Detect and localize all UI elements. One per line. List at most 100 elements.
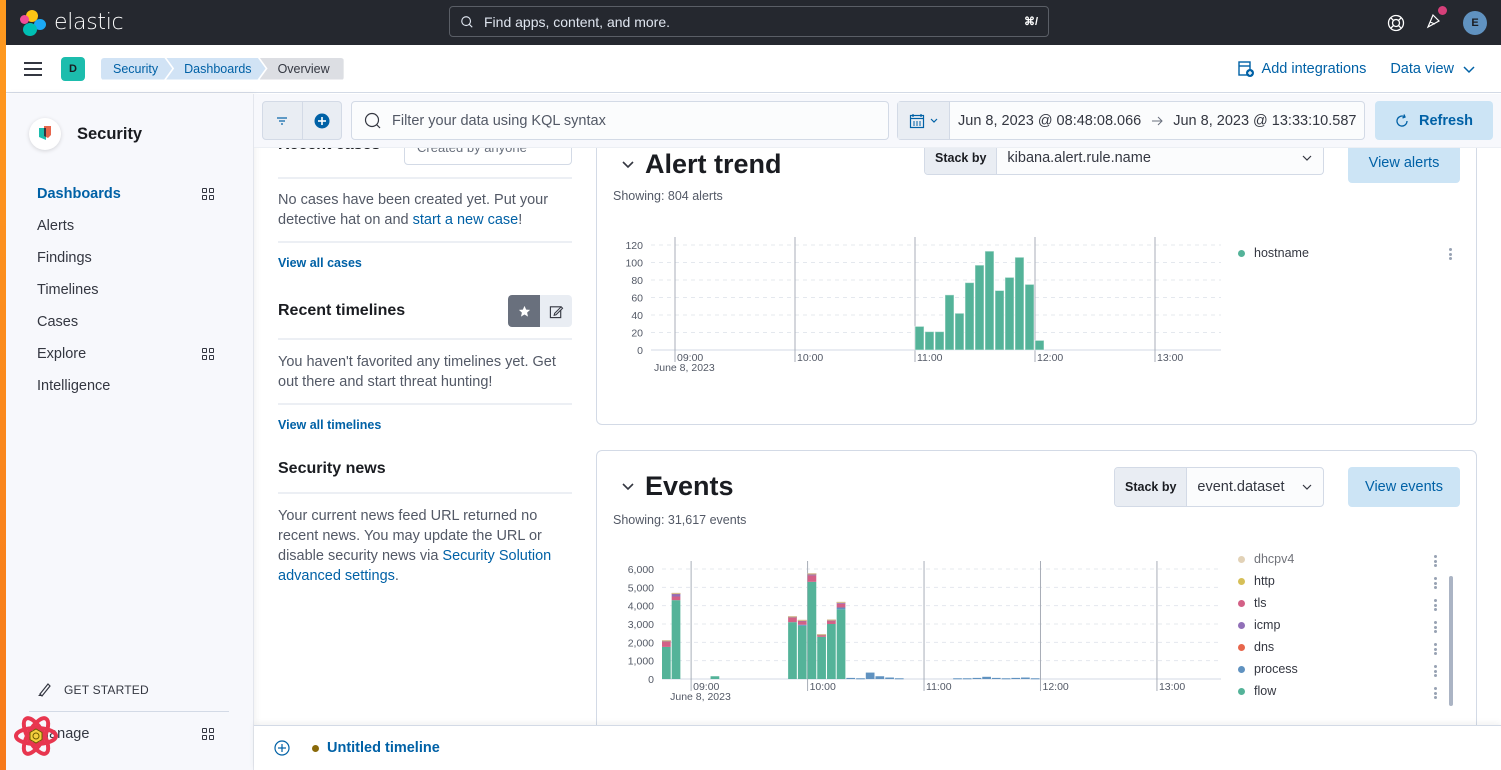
legend-item-hostname[interactable]: hostname	[1238, 242, 1309, 264]
space-selector[interactable]: D	[61, 56, 85, 81]
view-all-cases-link[interactable]: View all cases	[278, 256, 362, 270]
security-news-title: Security news	[278, 460, 386, 477]
legend-item-tls[interactable]: tls	[1238, 592, 1298, 614]
sidebar-item-alerts[interactable]: Alerts	[6, 210, 253, 242]
add-integrations-button[interactable]: Add integrations	[1237, 60, 1367, 77]
quick-date-menu-button[interactable]	[898, 102, 950, 139]
bar-hostname	[934, 331, 945, 351]
bar-process	[1021, 677, 1030, 679]
bar-hostname	[964, 282, 975, 351]
bar-process	[885, 677, 894, 679]
bar-process	[865, 672, 875, 679]
bar-dhcpv4	[807, 573, 817, 575]
recently-updated-toggle[interactable]	[540, 295, 572, 327]
edit-icon	[549, 305, 563, 318]
legend-actions-icon[interactable]	[1434, 555, 1437, 567]
breadcrumb-dashboards[interactable]: Dashboards	[166, 58, 265, 80]
legend-item-flow[interactable]: flow	[1238, 680, 1298, 702]
events-stack-by: Stack by event.dataset	[1114, 467, 1324, 507]
y-tick-label: 120	[625, 240, 643, 252]
y-tick-label: 2,000	[628, 637, 654, 649]
apps-grid-icon[interactable]	[202, 348, 214, 360]
integrations-icon	[1237, 60, 1254, 77]
legend-color-dot	[1238, 577, 1245, 585]
sidebar-item-intelligence[interactable]: Intelligence	[6, 370, 253, 402]
y-tick-label: 0	[637, 345, 643, 357]
legend-actions-icon[interactable]	[1434, 665, 1437, 677]
refresh-label: Refresh	[1419, 112, 1473, 129]
notification-dot	[1438, 6, 1447, 15]
legend-actions-icon[interactable]	[1449, 248, 1452, 260]
sidebar-item-label: Intelligence	[37, 378, 111, 394]
legend-actions-icon[interactable]	[1434, 621, 1437, 633]
start-new-case-link[interactable]: start a new case	[413, 212, 519, 228]
favorites-toggle[interactable]	[508, 295, 540, 327]
bar-flow	[710, 676, 720, 679]
elastic-logo[interactable]: elastic	[20, 9, 124, 36]
filter-menu-button[interactable]	[263, 102, 302, 139]
legend-scrollbar[interactable]	[1449, 576, 1453, 706]
chevron-down-icon	[622, 482, 634, 490]
stack-by-select[interactable]: event.dataset	[1187, 468, 1323, 506]
add-integrations-label: Add integrations	[1261, 60, 1367, 77]
bar-flow	[817, 636, 826, 679]
bar-dns	[807, 575, 817, 582]
bar-hostname	[984, 250, 995, 351]
apps-grid-icon[interactable]	[202, 728, 214, 740]
refresh-button[interactable]: Refresh	[1375, 101, 1493, 140]
refresh-icon	[1396, 113, 1408, 127]
bar-flow	[807, 581, 817, 679]
date-start[interactable]: Jun 8, 2023 @ 08:48:08.066	[958, 113, 1141, 129]
legend-label: dhcpv4	[1254, 552, 1295, 566]
add-filter-button[interactable]	[301, 102, 341, 139]
user-avatar[interactable]: E	[1463, 10, 1487, 35]
alert-trend-title: Alert trend	[645, 149, 782, 179]
view-all-timelines-link[interactable]: View all timelines	[278, 418, 381, 432]
y-tick-label: 1,000	[628, 656, 654, 668]
alert-count: Showing: 804 alerts	[613, 189, 723, 203]
sidebar-item-cases[interactable]: Cases	[6, 306, 253, 338]
legend-label: icmp	[1254, 618, 1281, 632]
events-header[interactable]: Events	[621, 471, 734, 502]
elastic-logo-icon	[20, 9, 46, 36]
sidebar-item-findings[interactable]: Findings	[6, 242, 253, 274]
menu-toggle-icon[interactable]	[24, 61, 42, 76]
news-feed-button[interactable]	[1425, 6, 1447, 34]
legend-item-dns[interactable]: dns	[1238, 636, 1298, 658]
sidebar-item-dashboards[interactable]: Dashboards	[6, 178, 253, 210]
x-tick-label: 10:00	[797, 352, 823, 364]
alert-trend-header[interactable]: Alert trend	[621, 149, 782, 180]
view-alerts-button[interactable]: View alerts	[1348, 143, 1460, 183]
x-tick-label: 13:00	[1159, 681, 1185, 693]
sidebar-item-explore[interactable]: Explore	[6, 338, 253, 370]
breadcrumb-security[interactable]: Security	[101, 58, 172, 80]
legend-actions-icon[interactable]	[1434, 577, 1437, 589]
global-search-input[interactable]: Find apps, content, and more. ⌘/	[449, 6, 1049, 37]
help-icon[interactable]	[1387, 14, 1405, 32]
legend-item-process[interactable]: process	[1238, 658, 1298, 680]
recent-cases-empty-text: No cases have been created yet. Put your…	[278, 192, 549, 228]
sidebar-item-manage[interactable]: Manage	[37, 726, 214, 742]
bar-process	[972, 677, 982, 679]
legend-actions-icon[interactable]	[1434, 599, 1437, 611]
bar-process	[962, 678, 972, 680]
legend-label: dns	[1254, 640, 1275, 654]
bar-flow	[788, 622, 797, 679]
react-devtools-icon[interactable]	[14, 714, 58, 758]
legend-actions-icon[interactable]	[1434, 687, 1437, 699]
legend-actions-icon[interactable]	[1434, 643, 1437, 655]
untitled-timeline-link[interactable]: Untitled timeline	[327, 740, 440, 756]
view-events-button[interactable]: View events	[1348, 467, 1460, 507]
bar-dns	[836, 603, 846, 608]
kql-search-input[interactable]	[392, 112, 872, 129]
legend-item-icmp[interactable]: icmp	[1238, 614, 1298, 636]
data-view-dropdown[interactable]: Data view	[1390, 61, 1476, 77]
add-timeline-icon[interactable]	[274, 740, 290, 756]
get-started-link[interactable]: GET STARTED	[36, 682, 149, 698]
timeline-bottom-bar: Untitled timeline	[254, 725, 1501, 770]
sidebar-item-timelines[interactable]: Timelines	[6, 274, 253, 306]
legend-item-http[interactable]: http	[1238, 570, 1298, 592]
legend-item-dhcpv4[interactable]: dhcpv4	[1238, 548, 1298, 570]
date-end[interactable]: Jun 8, 2023 @ 13:33:10.587	[1173, 113, 1356, 129]
apps-grid-icon[interactable]	[202, 188, 214, 200]
